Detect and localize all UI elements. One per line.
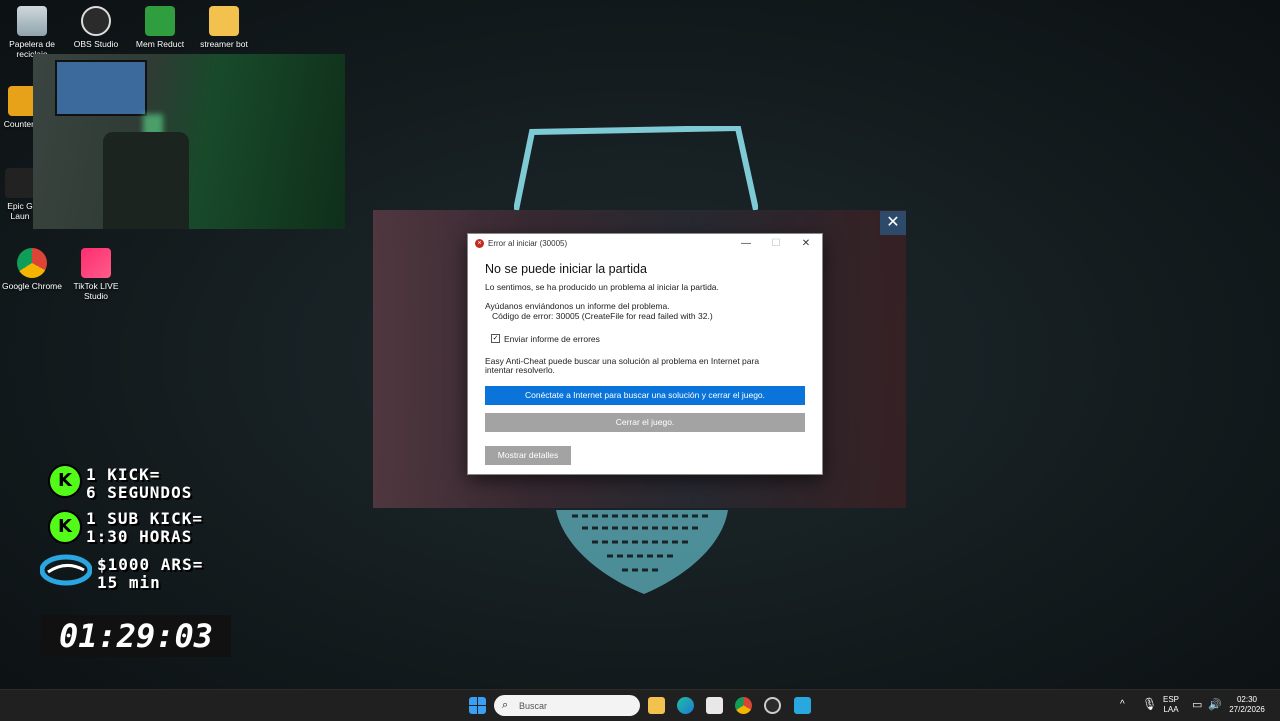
- desktop-icon-tiktok[interactable]: TikTok LIVE Studio: [64, 248, 128, 301]
- desktop-icon-counter[interactable]: Counter: [0, 86, 38, 129]
- desktop-icon-label: streamer bot: [200, 39, 248, 49]
- dialog-title: Error al iniciar (30005): [488, 239, 568, 248]
- launcher-app-icon[interactable]: [794, 697, 811, 714]
- search-icon: ⌕: [502, 699, 509, 711]
- maximize-button: ☐: [771, 238, 781, 249]
- send-report-checkbox[interactable]: ✓: [491, 334, 500, 343]
- clock-date: 27/2/2026: [1229, 705, 1265, 714]
- shield-logo-top: [514, 126, 758, 211]
- close-button[interactable]: ✕: [796, 237, 816, 251]
- taskbar-search-box[interactable]: ⌕ Buscar: [494, 695, 640, 716]
- language-code: ESP: [1163, 695, 1180, 704]
- search-placeholder: Buscar: [519, 701, 548, 711]
- subathon-timer: 01:29:03: [41, 615, 231, 657]
- webcam-background-tv: [55, 60, 147, 116]
- desktop-icon-label: OBS Studio: [73, 39, 119, 49]
- help-text: Ayúdanos enviándonos un informe del prob…: [485, 301, 670, 311]
- microphone-icon[interactable]: 🎙: [1142, 697, 1157, 711]
- dialog-heading: No se puede iniciar la partida: [485, 262, 647, 276]
- handshake-donation-icon: [40, 554, 92, 586]
- error-code-text: Código de error: 30005 (CreateFile for r…: [492, 311, 713, 321]
- clock[interactable]: 02:30 27/2/2026: [1226, 695, 1268, 715]
- mem-reduct-icon: [145, 6, 175, 36]
- taskbar: ⌕ Buscar ^ 🎙 ESP LAA ▭ 🔊 02:30 27/2/2026: [0, 689, 1280, 721]
- subkick-rule-line1: 1 SUB KICK=: [86, 509, 203, 528]
- kick-logo-icon: K: [48, 510, 82, 544]
- shield-logo-bottom: [556, 510, 728, 594]
- tiktok-icon: [81, 248, 111, 278]
- desktop-icon-mem-reduct[interactable]: Mem Reduct: [128, 6, 192, 49]
- sorry-text: Lo sentimos, se ha producido un problema…: [485, 282, 719, 292]
- clock-time: 02:30: [1236, 695, 1258, 704]
- dialog-titlebar[interactable]: × Error al iniciar (30005) — ☐ ✕: [468, 234, 822, 254]
- webcam-chair: [103, 132, 189, 229]
- desktop-icon-label: Google Chrome: [1, 281, 62, 291]
- error-dialog: × Error al iniciar (30005) — ☐ ✕ No se p…: [468, 234, 822, 474]
- windows-start-icon[interactable]: [469, 697, 486, 714]
- send-report-label[interactable]: Enviar informe de errores: [504, 334, 600, 344]
- eac-text-line2: intentar resolverlo.: [485, 365, 555, 375]
- kick-logo-icon: K: [48, 464, 82, 498]
- folder-icon: [209, 6, 239, 36]
- show-details-button[interactable]: Mostrar detalles: [485, 446, 571, 465]
- donation-rule-line1: $1000 ARS=: [97, 555, 204, 574]
- close-game-button[interactable]: Cerrar el juego.: [485, 413, 805, 432]
- tray-chevron-icon[interactable]: ^: [1120, 699, 1125, 710]
- kick-rule-line1: 1 KICK=: [86, 465, 161, 484]
- desktop-icon-label: Mem Reduct: [135, 39, 185, 49]
- webcam-feed: [33, 54, 345, 229]
- desktop-icon-streamer-bot[interactable]: streamer bot: [192, 6, 256, 49]
- desktop-icon-google-chrome[interactable]: Google Chrome: [0, 248, 64, 291]
- desktop-icon-recycle-bin[interactable]: Papelera de reciclaje: [0, 6, 64, 59]
- connect-internet-button[interactable]: Conéctate a Internet para buscar una sol…: [485, 386, 805, 405]
- desktop-icon-obs[interactable]: OBS Studio: [64, 6, 128, 49]
- obs-icon: [81, 6, 111, 36]
- minimize-button[interactable]: —: [736, 237, 756, 251]
- chrome-icon: [17, 248, 47, 278]
- epic-games-icon: [5, 168, 35, 198]
- keyboard-layout: LAA: [1163, 705, 1179, 714]
- volume-icon[interactable]: 🔊: [1208, 698, 1222, 711]
- chrome-icon[interactable]: [735, 697, 752, 714]
- subkick-rule-line2: 1:30 HORAS: [86, 527, 193, 546]
- game-window-close-button[interactable]: ✕: [880, 211, 906, 235]
- store-icon[interactable]: [706, 697, 723, 714]
- kick-rule-line2: 6 SEGUNDOS: [86, 483, 193, 502]
- language-indicator[interactable]: ESP LAA: [1163, 695, 1179, 715]
- desktop-icon-label: Counter: [3, 119, 34, 129]
- error-icon: ×: [475, 239, 484, 248]
- donation-rule-line2: 15 min: [97, 573, 161, 592]
- network-icon[interactable]: ▭: [1192, 698, 1202, 711]
- obs-icon[interactable]: [764, 697, 781, 714]
- recycle-bin-icon: [17, 6, 47, 36]
- edge-icon[interactable]: [677, 697, 694, 714]
- file-explorer-icon[interactable]: [648, 697, 665, 714]
- desktop-icon-label: TikTok LIVE Studio: [73, 281, 119, 301]
